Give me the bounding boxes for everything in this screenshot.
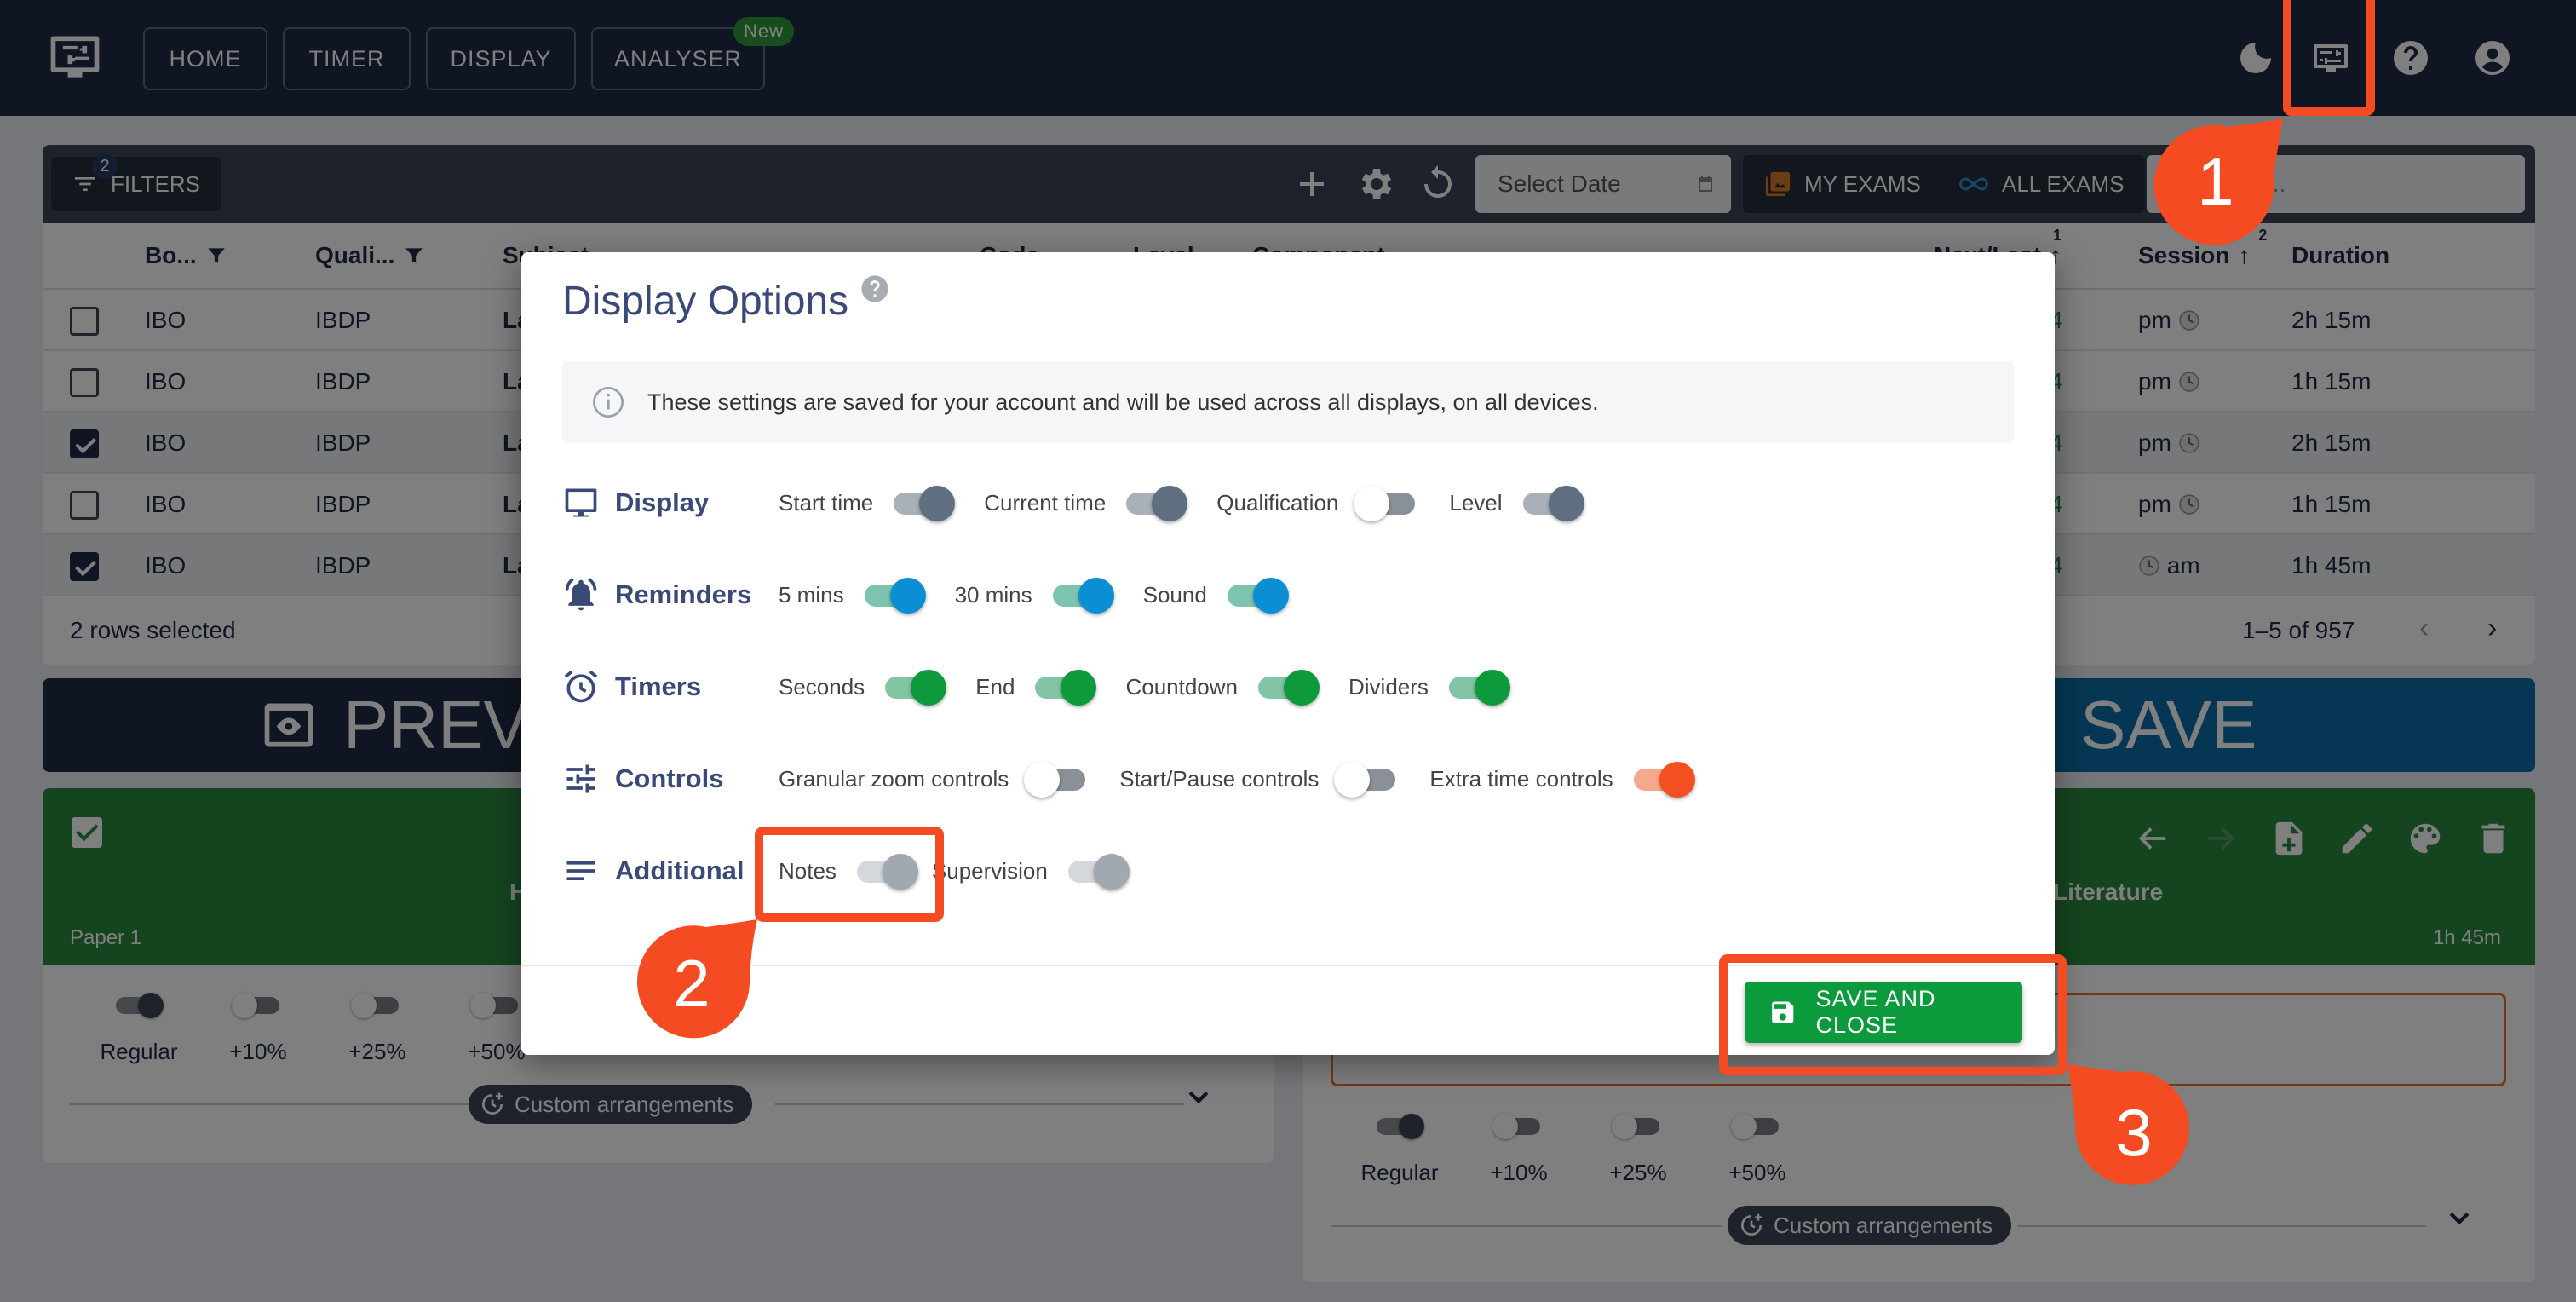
option-group-header: Display [562,484,779,521]
option-label: Extra time controls [1429,765,1613,792]
option-label: Sound [1142,581,1207,608]
option-seconds: Seconds [779,668,947,706]
option-group-header: Reminders [562,576,779,614]
option-group-controls: Controls Granular zoom controls Start/Pa… [562,753,1724,804]
option-label: Dividers [1348,673,1429,700]
option-group-display: Display Start time Current time Qualific… [562,477,1613,528]
option-countdown: Countdown [1125,668,1320,706]
option-group-name: Additional [615,856,745,885]
qualification-toggle[interactable] [1354,484,1420,521]
5-mins-toggle[interactable] [860,576,926,614]
extra-time-toggle[interactable] [1629,760,1695,798]
option-label: Qualification [1216,489,1339,516]
option-qualification: Qualification [1216,484,1420,521]
supervision-toggle[interactable] [1063,852,1130,890]
option-label: Granular zoom controls [779,765,1009,792]
option-group-header: Timers [562,668,779,706]
option-label: Supervision [931,857,1048,884]
sound-toggle[interactable] [1222,576,1289,614]
option-end: End [975,668,1097,706]
info-banner: These settings are saved for your accoun… [562,361,2014,443]
annotation-step-3: 3 [2115,1094,2153,1170]
option-group-name: Reminders [615,579,752,609]
start-pause-toggle[interactable] [1334,760,1400,798]
seconds-toggle[interactable] [880,668,947,706]
option-label: Seconds [779,673,865,700]
notes-lines-icon [566,861,595,880]
info-text: These settings are saved for your accoun… [647,389,1599,415]
end-toggle[interactable] [1030,668,1097,706]
dialog-title: Display Options [562,279,849,324]
option-label: Start time [779,489,874,516]
bell-ringing-icon [565,578,597,611]
option-label: Level [1449,489,1503,516]
help-icon[interactable] [860,274,889,303]
option-start-pause: Start/Pause controls [1119,760,1400,798]
current-time-toggle[interactable] [1121,484,1188,521]
option-sound: Sound [1143,576,1289,614]
option-extra-time: Extra time controls [1429,760,1695,798]
tune-icon [566,764,595,793]
option-label: 30 mins [954,581,1032,608]
option-group-name: Timers [615,671,702,701]
option-group-header: Additional [562,852,779,890]
annotation-highlight-3 [1719,954,2067,1075]
option-label: Start/Pause controls [1119,765,1320,792]
option-granular-zoom: Granular zoom controls [779,760,1090,798]
annotation-highlight-2 [755,827,944,922]
option-current-time: Current time [984,484,1188,521]
option-group-header: Controls [562,760,779,798]
option-group-name: Display [615,487,710,517]
option-supervision: Supervision [932,852,1130,890]
countdown-toggle[interactable] [1253,668,1320,706]
option-30-mins: 30 mins [955,576,1114,614]
granular-zoom-toggle[interactable] [1024,760,1090,798]
option-dividers: Dividers [1348,668,1510,706]
option-group-timers: Timers Seconds End Countdown Dividers [562,661,1539,712]
option-group-name: Controls [615,763,724,793]
option-label: Countdown [1125,673,1238,700]
dividers-toggle[interactable] [1444,668,1510,706]
30-mins-toggle[interactable] [1048,576,1114,614]
annotation-step-1: 1 [2197,143,2234,219]
level-toggle[interactable] [1518,484,1584,521]
info-icon [593,387,624,418]
annotation-step-2: 2 [673,945,710,1021]
start-time-toggle[interactable] [888,484,956,521]
option-label: Current time [984,489,1107,516]
annotation-highlight-1 [2283,0,2375,116]
option-group-reminders: Reminders 5 mins 30 mins Sound [562,569,1318,620]
alarm-clock-icon [564,670,598,703]
option-5-mins: 5 mins [779,576,926,614]
option-label: 5 mins [779,581,844,608]
monitor-icon [565,488,597,517]
option-start-time: Start time [779,484,956,521]
option-label: End [975,673,1015,700]
option-level: Level [1449,484,1584,521]
